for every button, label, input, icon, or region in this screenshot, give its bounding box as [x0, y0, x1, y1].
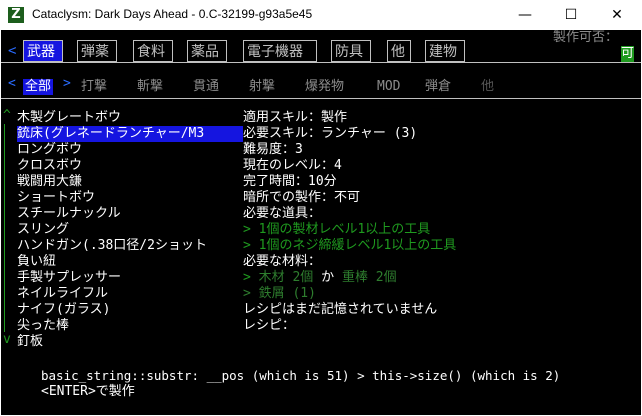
subtab-bash[interactable]: 打撃 — [81, 79, 107, 95]
subtab-all[interactable]: 全部 — [23, 79, 54, 95]
recipe-item[interactable]: ネイルライフル — [17, 286, 243, 302]
recipe-item-selected[interactable]: 銃床(グレネードランチャー/M3 — [17, 126, 243, 142]
minimize-button[interactable]: — — [502, 0, 548, 30]
minimize-icon: — — [518, 7, 532, 23]
error-message: basic_string::substr: __pos (which is 51… — [41, 368, 561, 383]
materials-header: 必要な材料： — [243, 254, 322, 269]
recipe-item[interactable]: 尖った棒 — [17, 318, 243, 334]
recipe-item[interactable]: 負い紐 — [17, 254, 243, 270]
tab-other[interactable]: 他 — [387, 40, 411, 62]
subtab-right-arrow[interactable]: > — [63, 76, 71, 92]
subtab-explosive[interactable]: 爆発物 — [305, 79, 344, 95]
memorized-status: レシピはまだ記憶されていません — [243, 302, 438, 317]
maximize-icon: ☐ — [564, 7, 578, 23]
craft-status-value: 可 — [621, 46, 635, 62]
recipe-item[interactable]: 戦闘用大鎌 — [17, 174, 243, 190]
app-icon: Z — [8, 7, 24, 23]
tab-electronics[interactable]: 電子機器 — [243, 40, 317, 62]
recipe-label: レシピ： — [243, 318, 296, 333]
material-requirement: > 鉄屑 (1) — [243, 286, 316, 301]
window-title: Cataclysm: Dark Days Ahead - 0.C-32199-g… — [32, 7, 313, 21]
subtab-left-arrow[interactable]: < — [8, 76, 16, 92]
material-option-wood: 木材 2個 — [258, 270, 314, 285]
craft-time: 完了時間：10分 — [243, 174, 337, 189]
skill-used: 適用スキル：製作 — [243, 110, 348, 125]
scroll-down-indicator: v — [3, 332, 11, 347]
tool-requirement: > 1個のネジ締緩レベル1以上の工具 — [243, 238, 457, 253]
tab-ammo[interactable]: 弾薬 — [77, 40, 117, 62]
scroll-up-indicator: ^ — [3, 108, 11, 123]
close-button[interactable]: ✕ — [594, 0, 640, 30]
subtab-other[interactable]: 他 — [481, 79, 494, 95]
recipe-item[interactable]: 手製サプレッサー — [17, 270, 243, 286]
terminal[interactable]: 製作可否： 可 < 武器 弾薬 食料 薬品 電子機器 防具 他 建物 < 全部 … — [1, 30, 641, 415]
material-requirement: > 木材 2個 か 重棒 2個 — [243, 270, 397, 286]
tab-divider — [1, 62, 641, 63]
recipe-item[interactable]: スリング — [17, 222, 243, 238]
recipe-item[interactable]: スチールナックル — [17, 206, 243, 222]
subtab-divider — [1, 98, 641, 99]
tab-medicine[interactable]: 薬品 — [187, 40, 227, 62]
material-option-heavy-stick: 重棒 2個 — [341, 270, 397, 285]
tab-armor[interactable]: 防具 — [331, 40, 371, 62]
subtab-cut[interactable]: 斬撃 — [137, 79, 163, 95]
recipe-item[interactable]: ロングボウ — [17, 142, 243, 158]
recipe-item[interactable]: 木製グレートボウ — [17, 110, 243, 126]
material-or: か — [313, 270, 342, 285]
tab-food[interactable]: 食料 — [133, 40, 173, 62]
recipe-item[interactable]: ナイフ(ガラス) — [17, 302, 243, 318]
tab-weapons[interactable]: 武器 — [23, 40, 63, 62]
craft-hint: <ENTER>で製作 — [41, 384, 135, 399]
recipe-item[interactable]: 釘板 — [17, 334, 243, 350]
subtab-pierce[interactable]: 貫通 — [193, 79, 219, 95]
recipe-item[interactable]: クロスボウ — [17, 158, 243, 174]
material-prefix: > — [243, 270, 259, 285]
recipe-item[interactable]: ハンドガン(.38口径/2ショット — [17, 238, 243, 254]
subtab-mod[interactable]: MOD — [377, 79, 400, 95]
tab-buildings[interactable]: 建物 — [425, 40, 465, 62]
craft-status-label: 製作可否： — [553, 30, 619, 45]
subtab-ranged[interactable]: 射撃 — [249, 79, 275, 95]
difficulty: 難易度：3 — [243, 142, 303, 157]
tools-header: 必要な道具： — [243, 206, 322, 221]
scrollbar[interactable] — [4, 124, 5, 332]
tool-requirement: > 1個の製材レベル1以上の工具 — [243, 222, 431, 237]
current-level: 現在のレベル：4 — [243, 158, 342, 173]
tab-left-arrow[interactable]: < — [8, 40, 16, 62]
close-icon: ✕ — [611, 7, 623, 23]
subtab-magazine[interactable]: 弾倉 — [425, 79, 451, 95]
title-bar[interactable]: Z Cataclysm: Dark Days Ahead - 0.C-32199… — [0, 0, 642, 30]
skill-required: 必要スキル：ランチャー (3) — [243, 126, 418, 141]
recipe-item[interactable]: ショートボウ — [17, 190, 243, 206]
maximize-button[interactable]: ☐ — [548, 0, 594, 30]
dark-craft: 暗所での製作：不可 — [243, 190, 361, 205]
